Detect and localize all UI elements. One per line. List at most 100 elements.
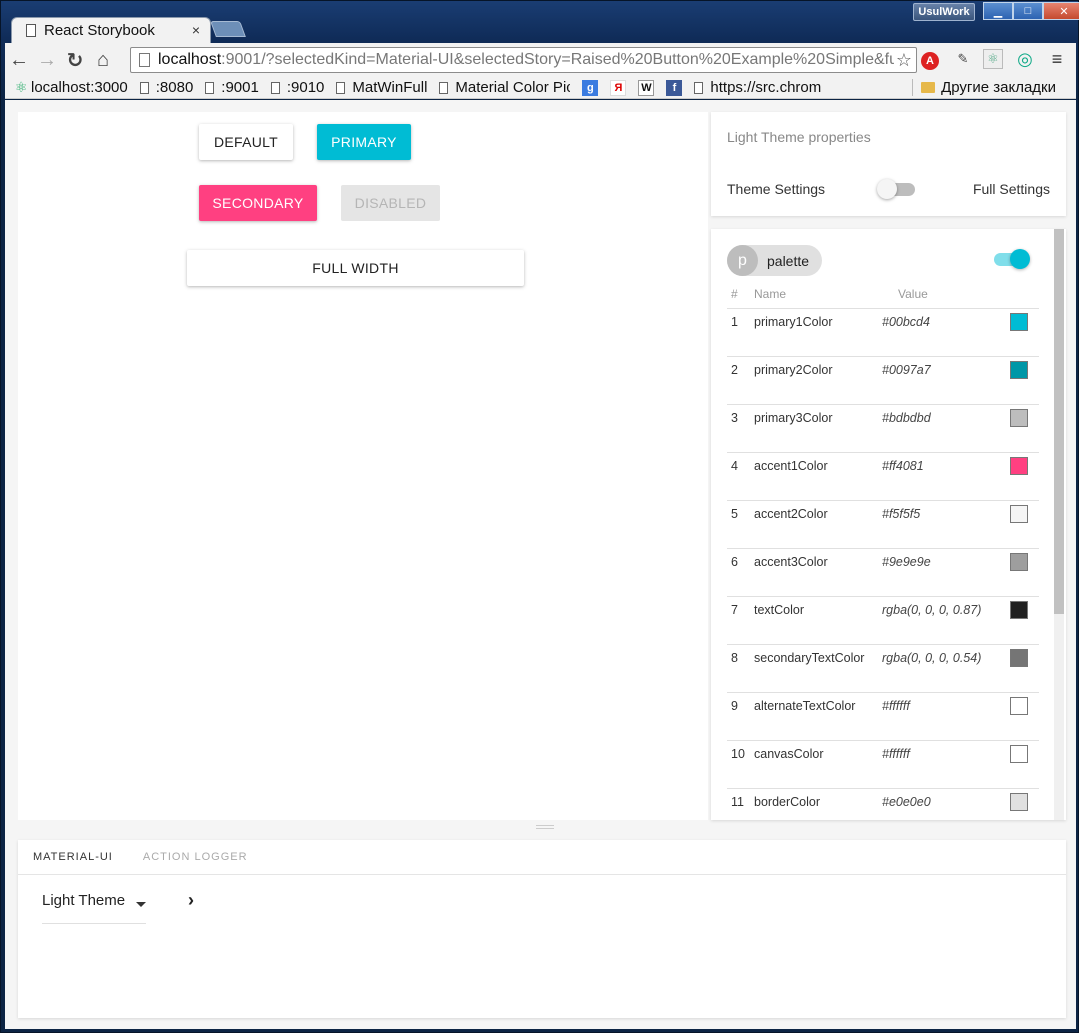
swatch-cell: [1007, 500, 1039, 549]
table-row[interactable]: 11 borderColor #e0e0e0: [727, 788, 1039, 820]
color-value[interactable]: #00bcd4: [882, 308, 1007, 357]
page-icon: [205, 81, 215, 94]
other-bookmarks-label: Другие закладки: [941, 79, 1056, 96]
table-row[interactable]: 8 secondaryTextColor rgba(0, 0, 0, 0.54): [727, 644, 1039, 693]
bookmark-wikipedia[interactable]: W: [638, 79, 656, 96]
row-number: 7: [727, 596, 754, 645]
full-width-button[interactable]: FULL WIDTH: [187, 250, 524, 286]
close-tab-icon[interactable]: ×: [192, 22, 200, 38]
browser-menu-icon[interactable]: ≡: [1047, 49, 1067, 69]
color-swatch[interactable]: [1010, 744, 1028, 763]
swatch-cell: [1007, 404, 1039, 453]
color-name: borderColor: [754, 788, 882, 820]
default-button[interactable]: DEFAULT: [199, 124, 293, 160]
palette-scrollbar-thumb[interactable]: [1054, 229, 1064, 614]
table-row[interactable]: 3 primary3Color #bdbdbd: [727, 404, 1039, 453]
bookmark-item[interactable]: https://src.chrom: [694, 79, 821, 96]
color-value[interactable]: #0097a7: [882, 356, 1007, 405]
bookmark-item[interactable]: MatWinFull: [336, 79, 427, 96]
chevron-right-icon[interactable]: ›: [188, 890, 194, 911]
account-badge[interactable]: UsulWork: [913, 3, 975, 21]
google-icon: g: [582, 79, 599, 96]
color-value[interactable]: #ff4081: [882, 452, 1007, 501]
table-row[interactable]: 9 alternateTextColor #ffffff: [727, 692, 1039, 741]
bookmark-item[interactable]: :9001: [205, 79, 259, 96]
secondary-button[interactable]: SECONDARY: [199, 185, 317, 221]
color-value[interactable]: #ffffff: [882, 740, 1007, 789]
bookmark-yandex[interactable]: Я: [610, 79, 628, 96]
page-icon: [439, 81, 449, 94]
color-swatch[interactable]: [1010, 504, 1028, 523]
other-bookmarks[interactable]: Другие закладки: [912, 79, 1056, 96]
color-swatch[interactable]: [1010, 408, 1028, 427]
color-name: accent1Color: [754, 452, 882, 501]
swatch-cell: [1007, 452, 1039, 501]
color-value[interactable]: rgba(0, 0, 0, 0.54): [882, 644, 1007, 693]
storybook-page: DEFAULT PRIMARY SECONDARY DISABLED FULL …: [5, 100, 1076, 1029]
primary-button[interactable]: PRIMARY: [317, 124, 411, 160]
back-arrow-icon[interactable]: ←: [5, 46, 33, 74]
color-value[interactable]: rgba(0, 0, 0, 0.87): [882, 596, 1007, 645]
color-value[interactable]: #bdbdbd: [882, 404, 1007, 453]
color-swatch[interactable]: [1010, 792, 1028, 811]
panel-resize-handle[interactable]: [18, 820, 1066, 840]
react-devtools-extension-icon[interactable]: ⚛: [983, 49, 1003, 69]
row-number: 3: [727, 404, 754, 453]
bookmark-item[interactable]: Material Color Pic: [439, 79, 570, 96]
palette-table: # Name Value 1 primary1Color #00bcd4 2 prima…: [727, 281, 1039, 820]
table-row[interactable]: 1 primary1Color #00bcd4: [727, 308, 1039, 357]
color-swatch[interactable]: [1010, 312, 1028, 331]
home-icon[interactable]: ⌂: [89, 46, 117, 74]
tab-action-logger[interactable]: ACTION LOGGER: [143, 851, 248, 863]
reload-icon[interactable]: ↻: [61, 46, 89, 74]
table-header-row: # Name Value: [727, 281, 1039, 309]
target-extension-icon[interactable]: ◎: [1015, 49, 1035, 69]
maximize-icon[interactable]: □: [1013, 2, 1043, 20]
theme-select[interactable]: Light Theme: [42, 892, 146, 924]
table-row[interactable]: 5 accent2Color #f5f5f5: [727, 500, 1039, 549]
palette-chip[interactable]: p palette: [727, 245, 822, 276]
color-value[interactable]: #9e9e9e: [882, 548, 1007, 597]
swatch-cell: [1007, 644, 1039, 693]
browser-tab-active[interactable]: React Storybook ×: [11, 17, 211, 43]
browser-window: React Storybook × UsulWork ▁ □ ✕ ← → ↻ ⌂…: [0, 0, 1079, 1033]
adblock-extension-icon[interactable]: A: [921, 52, 939, 70]
color-swatch[interactable]: [1010, 552, 1028, 571]
color-swatch[interactable]: [1010, 456, 1028, 475]
row-number: 10: [727, 740, 754, 789]
bookmark-facebook[interactable]: f: [666, 79, 684, 96]
table-row[interactable]: 2 primary2Color #0097a7: [727, 356, 1039, 405]
address-bar[interactable]: localhost:9001/?selectedKind=Material-UI…: [130, 47, 917, 73]
color-swatch[interactable]: [1010, 600, 1028, 619]
close-window-icon[interactable]: ✕: [1043, 2, 1079, 20]
new-tab-button[interactable]: [210, 21, 246, 37]
bookmark-google[interactable]: g: [582, 79, 600, 96]
color-value[interactable]: #f5f5f5: [882, 500, 1007, 549]
page-icon: [270, 81, 280, 94]
table-row[interactable]: 10 canvasColor #ffffff: [727, 740, 1039, 789]
table-row[interactable]: 4 accent1Color #ff4081: [727, 452, 1039, 501]
table-row[interactable]: 7 textColor rgba(0, 0, 0, 0.87): [727, 596, 1039, 645]
color-value[interactable]: #e0e0e0: [882, 788, 1007, 820]
bookmark-star-icon[interactable]: ☆: [893, 50, 912, 71]
table-row[interactable]: 6 accent3Color #9e9e9e: [727, 548, 1039, 597]
settings-mode-toggle[interactable]: [877, 178, 915, 200]
header-num: #: [727, 281, 754, 309]
color-swatch[interactable]: [1010, 360, 1028, 379]
color-swatch[interactable]: [1010, 696, 1028, 715]
bookmark-item[interactable]: :8080: [139, 79, 193, 96]
color-swatch[interactable]: [1010, 648, 1028, 667]
tab-material-ui[interactable]: MATERIAL-UI: [33, 851, 113, 863]
tab-strip: React Storybook × UsulWork ▁ □ ✕: [1, 1, 1079, 43]
eyedropper-extension-icon[interactable]: ✎: [953, 49, 973, 69]
palette-expand-toggle[interactable]: [992, 247, 1032, 271]
bookmark-item[interactable]: :9010: [270, 79, 324, 96]
minimize-icon[interactable]: ▁: [983, 2, 1013, 20]
color-name: accent3Color: [754, 548, 882, 597]
folder-icon: [921, 82, 936, 93]
row-number: 11: [727, 788, 754, 820]
react-icon: ⚛: [14, 79, 28, 95]
forward-arrow-icon[interactable]: →: [33, 46, 61, 74]
color-value[interactable]: #ffffff: [882, 692, 1007, 741]
bookmark-item[interactable]: ⚛ localhost:3000: [13, 79, 128, 96]
